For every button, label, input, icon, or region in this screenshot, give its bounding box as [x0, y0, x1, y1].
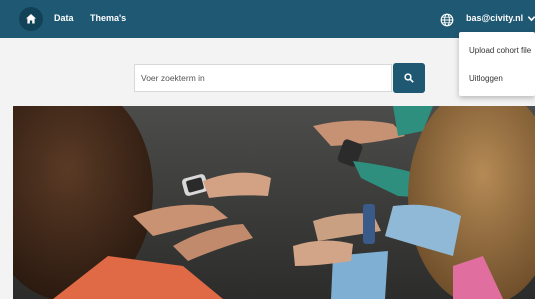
home-icon: [26, 14, 36, 24]
search-input[interactable]: [135, 65, 375, 91]
search-box: [134, 64, 392, 92]
search-button[interactable]: [393, 63, 425, 93]
menu-item-upload-cohort-file[interactable]: Upload cohort file: [469, 46, 531, 55]
user-menu-toggle[interactable]: bas@civity.nl: [466, 13, 535, 23]
search-icon: [404, 73, 414, 83]
nav-link-themes[interactable]: Thema's: [90, 13, 126, 23]
user-dropdown-menu: Upload cohort file Uitloggen: [459, 32, 535, 96]
globe-icon[interactable]: [440, 13, 454, 27]
people-checking-smartwatches-image: [13, 106, 535, 299]
top-navbar: Data Thema's bas@civity.nl: [0, 0, 535, 38]
nav-link-data[interactable]: Data: [54, 13, 74, 23]
user-email: bas@civity.nl: [466, 13, 524, 23]
menu-item-logout[interactable]: Uitloggen: [469, 74, 503, 83]
chevron-down-icon: [527, 15, 535, 21]
home-button[interactable]: [19, 7, 43, 31]
hero-image: [13, 106, 535, 299]
